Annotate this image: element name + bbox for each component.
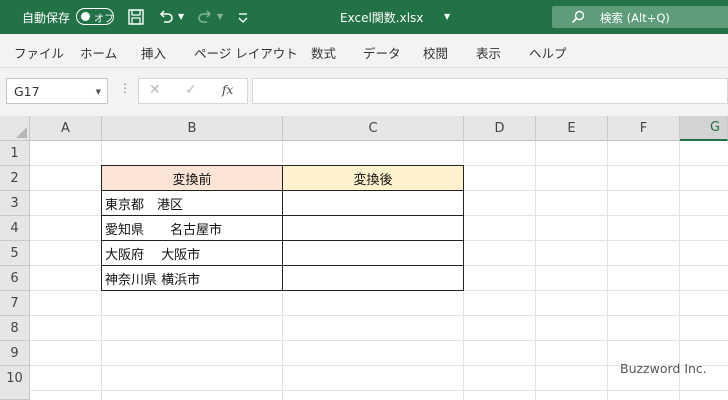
tab-file[interactable]: ファイル (14, 43, 64, 62)
name-box-value: G17 (14, 84, 40, 99)
watermark: Buzzword Inc. (620, 361, 707, 376)
formula-input[interactable] (252, 78, 728, 104)
cell-c6[interactable] (282, 265, 464, 291)
search-icon (571, 10, 585, 24)
tab-view[interactable]: 表示 (476, 43, 501, 62)
autosave-label: 自動保存 (22, 11, 71, 25)
autosave-toggle[interactable]: オフ (76, 8, 114, 25)
search-box[interactable]: 検索 (Alt+Q) (552, 6, 728, 28)
redo-icon[interactable] (195, 7, 215, 27)
column-header-c[interactable]: C (283, 116, 464, 141)
row-header-6[interactable]: 6 (0, 266, 30, 291)
row-header-8[interactable]: 8 (0, 316, 30, 341)
row-header-10[interactable]: 10 (0, 366, 30, 400)
search-text: 検索 (Alt+Q) (600, 11, 670, 25)
row-header-4[interactable]: 4 (0, 216, 30, 241)
toggle-knob (81, 12, 90, 21)
name-box[interactable]: G17 ▼ (6, 78, 108, 104)
spreadsheet-grid[interactable]: A B C D E F G 1 2 3 4 5 6 7 8 9 10 変換前 変… (0, 116, 728, 400)
row-header-7[interactable]: 7 (0, 291, 30, 316)
cell-b4[interactable]: 愛知県 名古屋市 (101, 215, 283, 241)
cell-b3[interactable]: 東京都 港区 (101, 190, 283, 216)
cell-b6[interactable]: 神奈川県 横浜市 (101, 265, 283, 291)
undo-icon[interactable] (156, 7, 176, 27)
title-dropdown-icon[interactable]: ▼ (444, 12, 450, 21)
cell-b5[interactable]: 大阪府 大阪市 (101, 240, 283, 266)
tab-review[interactable]: 校閲 (423, 43, 448, 62)
column-header-a[interactable]: A (30, 116, 102, 141)
row-header-1[interactable]: 1 (0, 141, 30, 166)
tab-page-layout[interactable]: ページ レイアウト (194, 43, 298, 62)
formula-buttons: ✕ ✓ fx (138, 78, 248, 104)
tab-insert[interactable]: 挿入 (141, 43, 166, 62)
gridline (30, 390, 728, 391)
ribbon-tabs: ファイル ホーム 挿入 ページ レイアウト 数式 データ 校閲 表示 ヘルプ (0, 34, 728, 68)
name-box-dropdown-icon[interactable]: ▼ (96, 88, 101, 96)
tab-formulas[interactable]: 数式 (311, 43, 336, 62)
autosave-state: オフ (94, 14, 114, 25)
select-all-button[interactable] (0, 116, 30, 141)
cell-c5[interactable] (282, 240, 464, 266)
title-bar: 自動保存 オフ ▼ ▼ Excel関数.xlsx ▼ 検索 (Alt+Q) (0, 0, 728, 34)
tab-data[interactable]: データ (363, 43, 401, 62)
cell-c2-header-after[interactable]: 変換後 (282, 165, 464, 191)
gridline (30, 340, 728, 341)
column-header-f[interactable]: F (608, 116, 680, 141)
tab-home[interactable]: ホーム (80, 43, 117, 62)
row-header-3[interactable]: 3 (0, 191, 30, 216)
row-header-2[interactable]: 2 (0, 166, 30, 191)
column-header-b[interactable]: B (102, 116, 283, 141)
formula-bar-handle-icon[interactable]: ⋮ (119, 81, 131, 95)
formula-bar: G17 ▼ ⋮ ✕ ✓ fx (0, 68, 728, 116)
undo-dropdown-icon[interactable]: ▼ (178, 12, 184, 21)
column-header-d[interactable]: D (464, 116, 536, 141)
cancel-icon[interactable]: ✕ (149, 82, 161, 98)
enter-icon[interactable]: ✓ (185, 82, 197, 98)
tab-help[interactable]: ヘルプ (529, 43, 567, 62)
gridline (30, 315, 728, 316)
gridline (607, 141, 608, 400)
save-icon[interactable] (126, 7, 146, 27)
column-header-e[interactable]: E (536, 116, 608, 141)
cell-c4[interactable] (282, 215, 464, 241)
insert-function-icon[interactable]: fx (222, 83, 233, 97)
file-title[interactable]: Excel関数.xlsx (340, 9, 423, 26)
customize-toolbar-icon[interactable] (233, 7, 253, 27)
redo-dropdown-icon[interactable]: ▼ (217, 12, 223, 21)
row-header-5[interactable]: 5 (0, 241, 30, 266)
select-all-icon (16, 127, 27, 138)
row-header-9[interactable]: 9 (0, 341, 30, 366)
column-header-g[interactable]: G (680, 116, 728, 141)
cell-c3[interactable] (282, 190, 464, 216)
cell-b2-header-before[interactable]: 変換前 (101, 165, 283, 191)
gridline (535, 141, 536, 400)
